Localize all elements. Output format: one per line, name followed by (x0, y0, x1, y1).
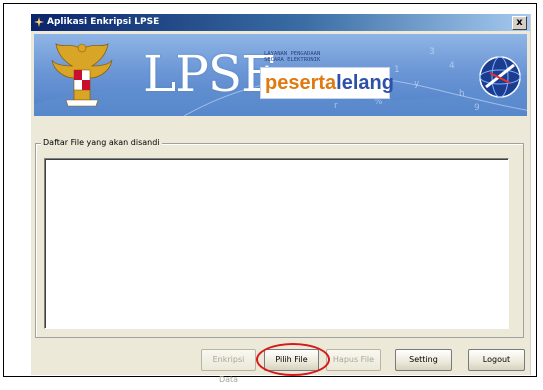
setting-button[interactable]: Setting (395, 349, 452, 371)
brand-part-peserta: peserta (265, 72, 337, 94)
svg-text:9: 9 (474, 103, 480, 113)
svg-text:4: 4 (449, 61, 455, 71)
app-icon (34, 17, 44, 27)
svg-text:r: r (334, 101, 338, 111)
encrypt-data-button[interactable]: Enkripsi Data (201, 349, 256, 384)
choose-file-button[interactable]: Pilih File (264, 349, 319, 371)
delete-file-button[interactable]: Hapus File (326, 349, 381, 371)
title-bar[interactable]: Aplikasi Enkripsi LPSE x (31, 14, 530, 31)
brand-part-lelang: lelang (336, 72, 394, 94)
svg-text:h: h (459, 89, 465, 99)
banner-tagline: LAYANAN PENGADAAN SECARA ELEKTRONIK (264, 51, 321, 63)
window-title: Aplikasi Enkripsi LPSE (47, 17, 160, 27)
banner: 34y % r h 19 LPSE LAYANAN PENGADAAN SECA… (34, 34, 527, 116)
logout-button[interactable]: Logout (468, 349, 525, 371)
close-button[interactable]: x (512, 16, 527, 30)
brand-text: pesertalelang (265, 70, 394, 96)
svg-text:y: y (414, 79, 420, 89)
file-list[interactable] (44, 158, 509, 329)
file-group-label: Daftar File yang akan disandi (41, 137, 162, 149)
brand-box: pesertalelang (260, 67, 394, 99)
svg-text:3: 3 (429, 47, 435, 57)
globe-emblem-icon (479, 56, 521, 98)
lpse-logo-text: LPSE (143, 45, 278, 103)
svg-text:1: 1 (394, 65, 400, 75)
app-window: Aplikasi Enkripsi LPSE x 34y % r h 19 LP… (31, 14, 531, 384)
